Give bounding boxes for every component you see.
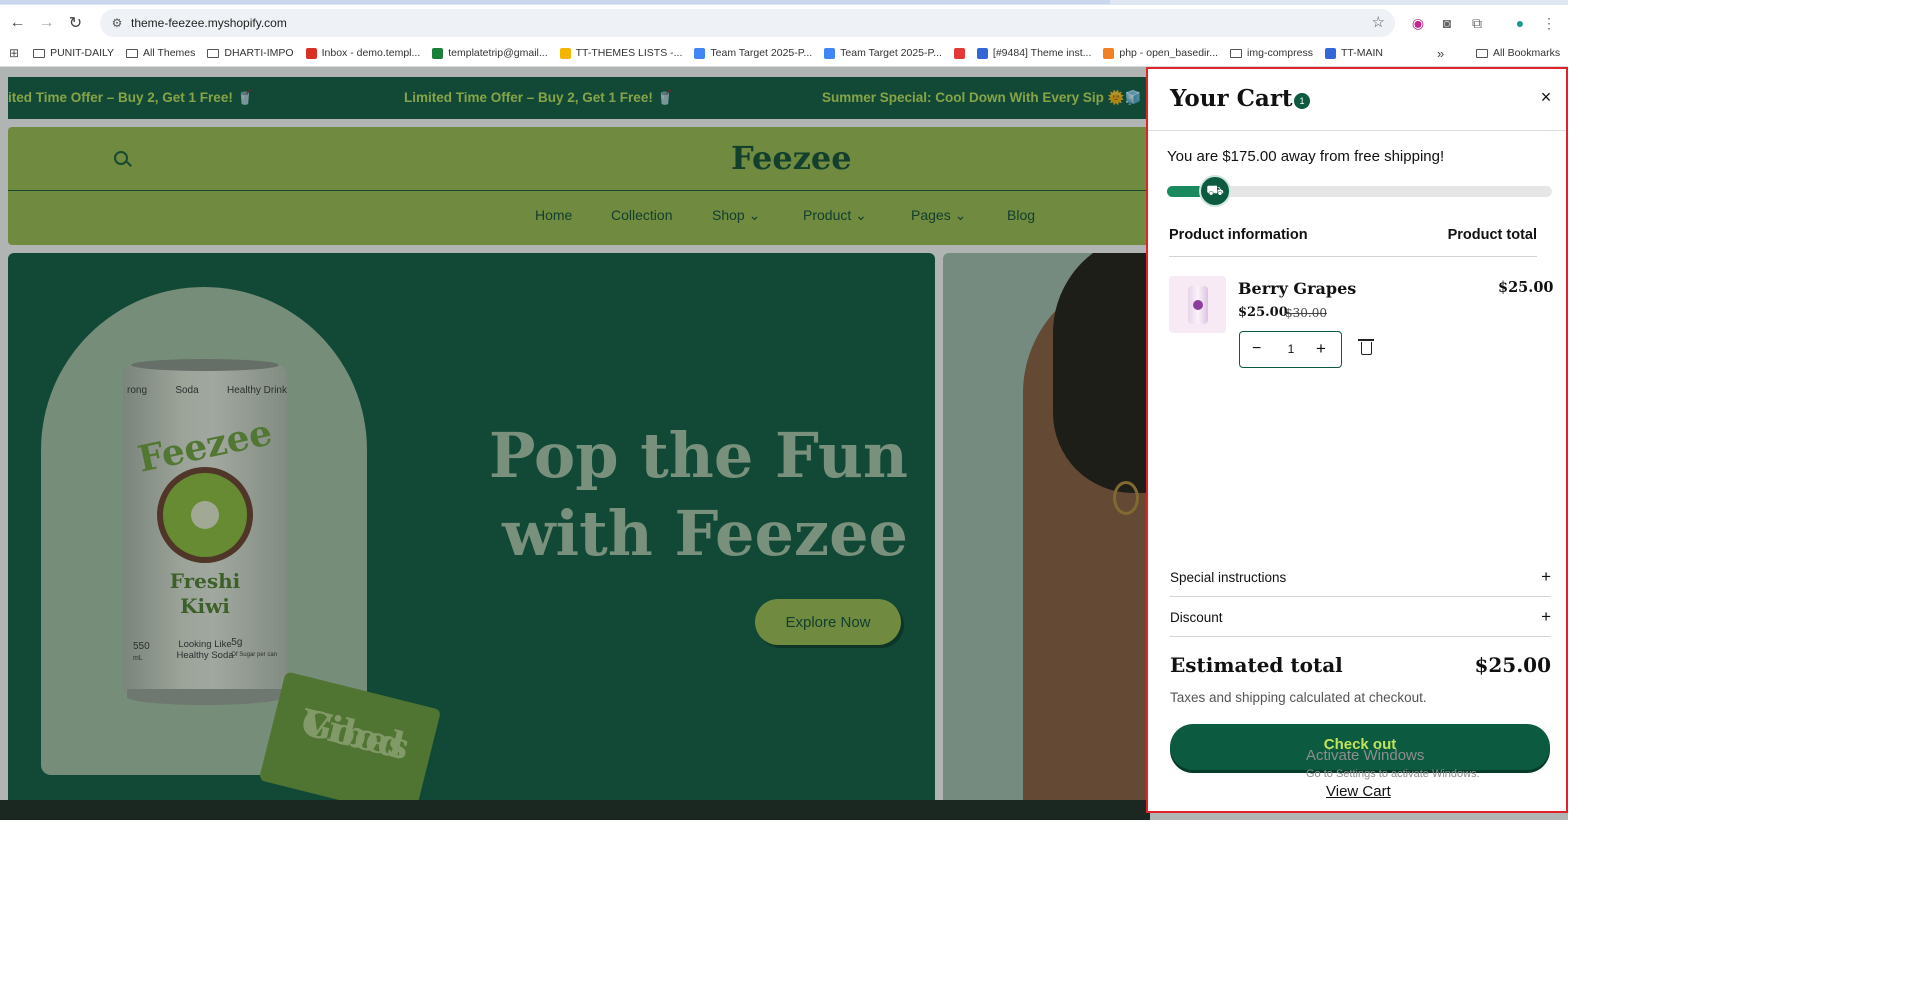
bookmark-label: TT-THEMES LISTS -... (575, 47, 683, 59)
extension-colorpicker-icon[interactable]: ◉ (1409, 14, 1427, 32)
bookmark-item[interactable]: templatetrip@gmail... (432, 47, 548, 59)
truck-icon: ⛟ (1199, 175, 1231, 207)
site-icon (1324, 47, 1336, 59)
bookmark-label: DHARTI-IMPO (224, 47, 294, 59)
quantity-stepper: − 1 + (1239, 331, 1342, 368)
minus-icon[interactable]: − (1252, 340, 1261, 358)
bookmark-label: Inbox - demo.templ... (321, 47, 421, 59)
bookmark-label: PUNIT-DAILY (50, 47, 115, 59)
gmail-icon (305, 47, 317, 59)
estimated-total-value: $25.00 (1474, 653, 1551, 677)
cart-header: Your Cart 1 × (1148, 69, 1566, 131)
browser-menu-icon[interactable]: ⋮ (1540, 14, 1558, 32)
folder-icon (126, 48, 139, 58)
bookmark-item[interactable]: PUNIT-DAILY (33, 47, 114, 59)
expand-plus-icon[interactable]: + (1541, 607, 1551, 627)
product-information-header: Product information (1169, 227, 1308, 243)
sheets-icon (432, 47, 444, 59)
expand-plus-icon[interactable]: + (1541, 567, 1551, 587)
cart-item-name[interactable]: Berry Grapes (1238, 279, 1356, 298)
bookmark-item[interactable]: img-compress (1230, 47, 1313, 59)
discount-accordion[interactable]: Discount + (1170, 597, 1551, 637)
bookmark-label: img-compress (1247, 47, 1313, 59)
stack-icon (1103, 47, 1115, 59)
folder-icon (1230, 48, 1243, 58)
bookmark-label: templatetrip@gmail... (448, 47, 548, 59)
cart-count-badge: 1 (1294, 93, 1310, 109)
bookmark-label: [#9484] Theme inst... (992, 47, 1092, 59)
bookmark-item[interactable]: [#9484] Theme inst... (976, 47, 1092, 59)
free-shipping-message: You are $175.00 away from free shipping! (1167, 148, 1445, 165)
back-icon[interactable]: ← (3, 9, 32, 38)
folder-icon (33, 48, 46, 58)
forward-icon[interactable]: → (32, 9, 61, 38)
browser-toolbar: ← → ↻ ⚙ theme-feezee.myshopify.com ☆ ◉ ◙… (0, 5, 1568, 41)
product-total-header: Product total (1447, 227, 1537, 243)
plus-icon[interactable]: + (1316, 339, 1326, 359)
trash-icon[interactable] (1358, 339, 1374, 355)
berry-can-icon (1187, 285, 1208, 324)
bookmark-item[interactable] (953, 47, 965, 59)
docs-icon (694, 47, 706, 59)
bookmark-star-icon[interactable]: ☆ (1372, 13, 1385, 31)
bookmark-label: All Themes (143, 47, 196, 59)
reload-icon[interactable]: ↻ (61, 9, 90, 38)
quantity-input[interactable]: 1 (1285, 342, 1297, 356)
special-instructions-accordion[interactable]: Special instructions + (1170, 557, 1551, 597)
bookmark-item[interactable]: TT-MAIN (1324, 47, 1383, 59)
close-icon[interactable]: × (1538, 88, 1554, 106)
cart-item-image[interactable] (1169, 276, 1226, 333)
all-bookmarks-label: All Bookmarks (1493, 47, 1561, 59)
drive-icon (559, 47, 571, 59)
bookmarks-overflow-icon[interactable]: » (1437, 46, 1444, 61)
folder-icon (1476, 48, 1488, 58)
docs-icon (824, 47, 836, 59)
bookmark-item[interactable]: DHARTI-IMPO (207, 47, 294, 59)
estimated-total-row: Estimated total $25.00 (1170, 653, 1551, 677)
red-icon (953, 47, 965, 59)
tax-note: Taxes and shipping calculated at checkou… (1170, 690, 1427, 705)
apps-grid-icon[interactable]: ⊞ (9, 46, 19, 60)
bookmark-item[interactable]: Inbox - demo.templ... (305, 47, 421, 59)
discount-label: Discount (1170, 610, 1223, 625)
cart-table-header: Product information Product total (1169, 227, 1537, 257)
cart-item-total: $25.00 (1498, 279, 1554, 296)
folder-icon (207, 48, 220, 58)
bookmark-label: Team Target 2025-P... (710, 47, 813, 59)
activate-windows-subtitle: Go to Settings to activate Windows. (1306, 768, 1480, 780)
bookmark-label: TT-MAIN (1340, 47, 1383, 59)
camera-icon[interactable]: ◙ (1438, 14, 1456, 32)
cart-drawer: Your Cart 1 × You are $175.00 away from … (1146, 67, 1568, 813)
bookmark-item[interactable]: Team Target 2025-P... (694, 47, 812, 59)
bookmark-list: PUNIT-DAILY All Themes DHARTI-IMPO Inbox - … (33, 47, 1395, 59)
cart-item-compare-price: $30.00 (1285, 306, 1327, 320)
special-instructions-label: Special instructions (1170, 570, 1287, 585)
extensions-puzzle-icon[interactable]: ⧉ (1468, 14, 1486, 32)
bookmark-item[interactable]: TT-THEMES LISTS -... (559, 47, 683, 59)
activate-windows-title: Activate Windows (1306, 747, 1425, 764)
bookmark-item[interactable]: All Themes (126, 47, 195, 59)
cart-title: Your Cart (1170, 85, 1293, 112)
bookmark-label: php - open_basedir... (1119, 47, 1219, 59)
view-cart-link[interactable]: View Cart (1326, 783, 1391, 800)
bookmark-item[interactable]: php - open_basedir... (1103, 47, 1218, 59)
all-bookmarks-folder[interactable]: All Bookmarks (1476, 47, 1560, 59)
address-bar[interactable]: ⚙ theme-feezee.myshopify.com ☆ (100, 9, 1395, 37)
active-tab[interactable] (0, 0, 1110, 4)
site-info-icon[interactable]: ⚙ (104, 16, 130, 30)
profile-avatar-icon[interactable]: ● (1511, 14, 1529, 32)
cart-item-price: $25.00 (1238, 305, 1288, 320)
url-text: theme-feezee.myshopify.com (131, 16, 287, 30)
site-icon (976, 47, 988, 59)
estimated-total-label: Estimated total (1170, 653, 1343, 677)
bookmarks-bar: ⊞ PUNIT-DAILY All Themes DHARTI-IMPO Inbox … (0, 41, 1568, 65)
bookmark-label: Team Target 2025-P... (840, 47, 942, 59)
bookmark-item[interactable]: Team Target 2025-P... (824, 47, 942, 59)
